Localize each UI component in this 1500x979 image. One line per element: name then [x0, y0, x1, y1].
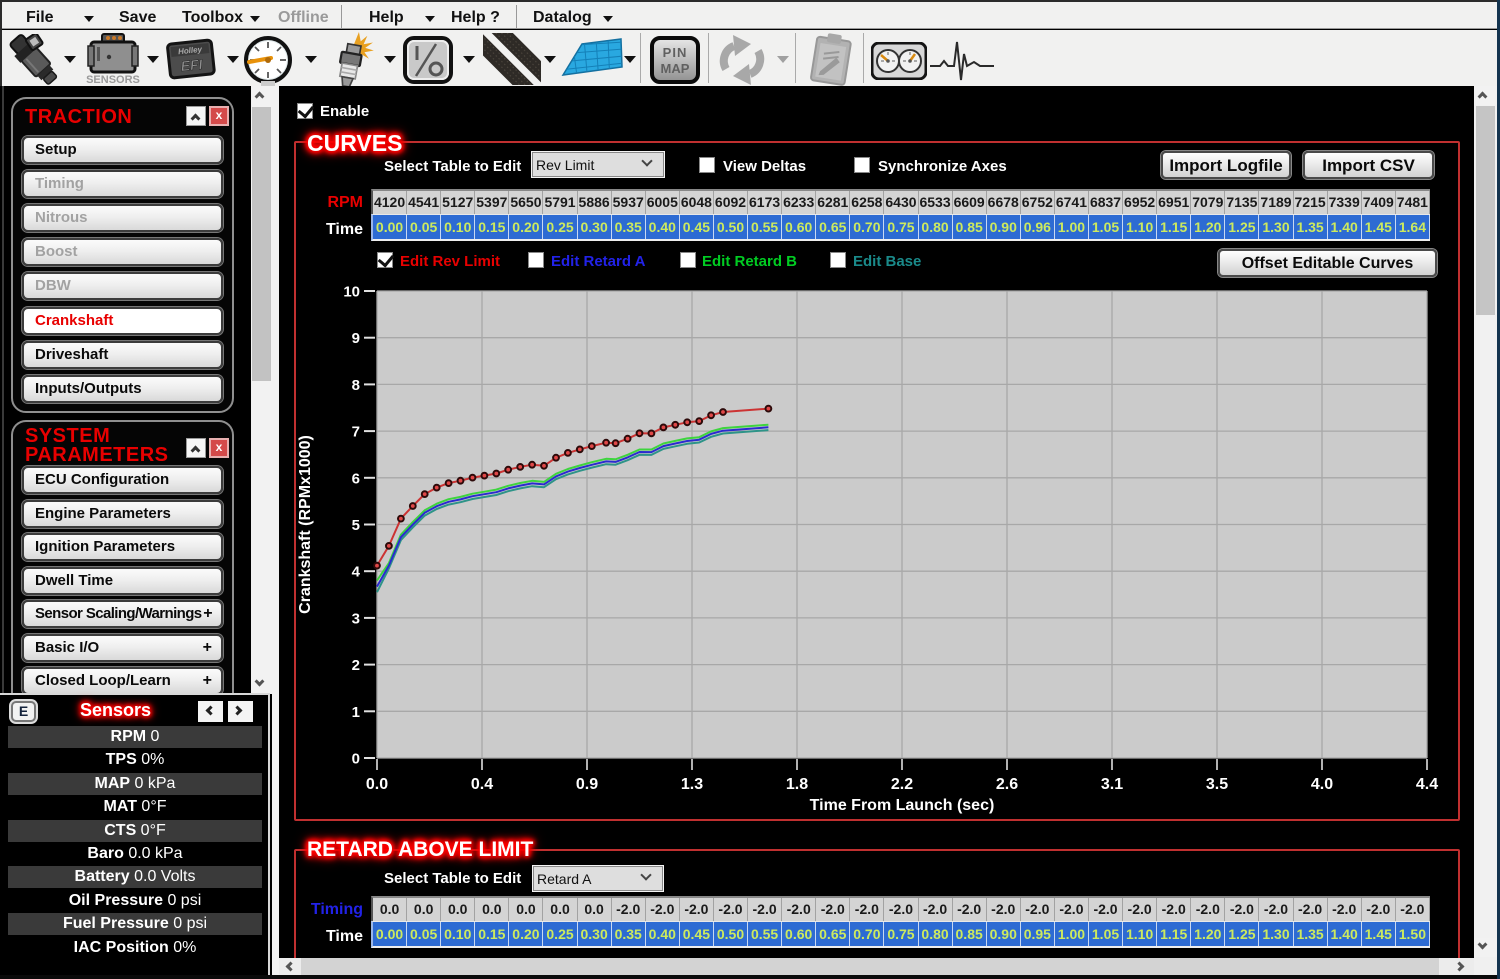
svg-text:Crankshaft (RPMx1000): Crankshaft (RPMx1000)	[297, 435, 314, 614]
svg-text:MAP: MAP	[661, 61, 690, 76]
svg-text:0.9: 0.9	[576, 776, 598, 793]
svg-text:4: 4	[352, 564, 361, 581]
svg-text:PIN: PIN	[663, 45, 688, 60]
svg-text:3: 3	[352, 610, 360, 627]
svg-text:10: 10	[343, 284, 360, 301]
svg-text:5: 5	[352, 517, 360, 534]
svg-text:6: 6	[352, 470, 360, 487]
svg-text:4.0: 4.0	[1311, 776, 1333, 793]
svg-text:SENSORS: SENSORS	[86, 74, 140, 85]
svg-text:Time From Launch (sec): Time From Launch (sec)	[810, 797, 995, 814]
svg-text:0.4: 0.4	[471, 776, 493, 793]
svg-text:2.2: 2.2	[891, 776, 913, 793]
svg-text:3.5: 3.5	[1206, 776, 1228, 793]
svg-text:2.6: 2.6	[996, 776, 1018, 793]
svg-text:9: 9	[352, 330, 360, 347]
svg-text:7: 7	[352, 424, 360, 441]
svg-text:0: 0	[352, 751, 360, 768]
svg-text:EFI: EFI	[180, 56, 204, 74]
svg-text:3.1: 3.1	[1101, 776, 1123, 793]
svg-text:1.3: 1.3	[681, 776, 703, 793]
svg-text:8: 8	[352, 377, 360, 394]
svg-text:2: 2	[352, 657, 360, 674]
svg-text:1: 1	[352, 704, 360, 721]
svg-text:0.0: 0.0	[366, 776, 388, 793]
svg-text:1.8: 1.8	[786, 776, 808, 793]
svg-text:4.4: 4.4	[1416, 776, 1438, 793]
